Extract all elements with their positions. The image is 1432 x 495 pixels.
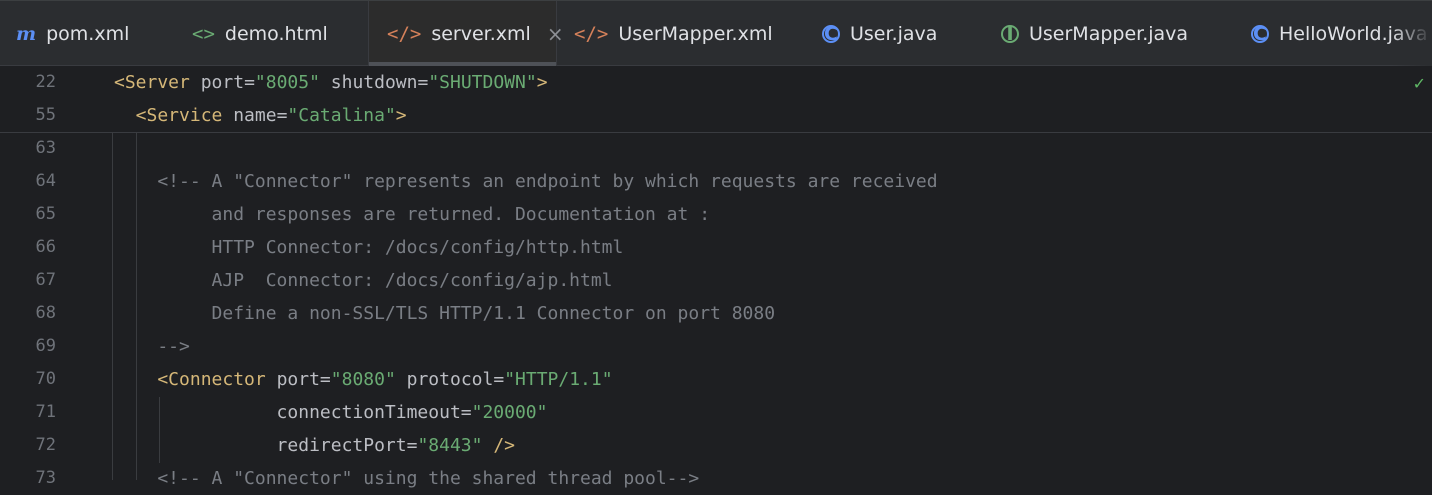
- indent-guide: [159, 397, 160, 463]
- code-token: connectionTimeout: [114, 402, 461, 423]
- tab-server-xml[interactable]: </> server.xml ×: [368, 1, 564, 66]
- tab-label: pom.xml: [46, 22, 130, 45]
- code-line[interactable]: 71 connectionTimeout="20000": [0, 396, 1432, 429]
- code-token: protocol: [395, 369, 494, 390]
- code-token: "Catalina": [287, 105, 396, 126]
- code-token: shutdown: [319, 72, 418, 93]
- code-token: "8443": [417, 435, 483, 456]
- tab-label: demo.html: [224, 22, 328, 45]
- ide-window: m pom.xml <> demo.html </> server.xml × …: [0, 0, 1432, 489]
- code-token: =: [276, 105, 288, 126]
- line-number[interactable]: 65: [0, 198, 56, 231]
- tab-user-java[interactable]: C User.java: [822, 1, 937, 66]
- code-line[interactable]: 22 <Server port="8005" shutdown="SHUTDOWN…: [0, 66, 1432, 99]
- code-line[interactable]: 63: [0, 132, 1432, 165]
- tab-label: UserMapper.xml: [618, 22, 773, 45]
- tab-demo-html[interactable]: <> demo.html: [192, 1, 328, 66]
- code-token: <Connector: [114, 369, 277, 390]
- code-token: AJP Connector: /docs/config/ajp.html: [114, 270, 613, 291]
- code-token: "20000": [471, 402, 548, 423]
- java-class-run-icon: C: [1251, 23, 1269, 45]
- code-text: <Server port="8005" shutdown="SHUTDOWN">: [114, 66, 548, 99]
- line-number[interactable]: 69: [0, 330, 56, 363]
- code-token: HTTP Connector: /docs/config/http.html: [114, 237, 624, 258]
- line-number[interactable]: 67: [0, 264, 56, 297]
- code-line[interactable]: 66 HTTP Connector: /docs/config/http.htm…: [0, 231, 1432, 264]
- java-class-icon: C: [822, 23, 840, 45]
- xml-tag-icon: </>: [574, 22, 609, 45]
- close-tab-icon[interactable]: ×: [547, 22, 564, 46]
- line-number[interactable]: 55: [0, 99, 56, 132]
- code-text: <Service name="Catalina">: [114, 99, 407, 132]
- code-text: and responses are returned. Documentatio…: [114, 198, 711, 231]
- code-token: port: [200, 72, 245, 93]
- code-token: />: [482, 435, 515, 456]
- line-number[interactable]: 71: [0, 396, 56, 429]
- line-number[interactable]: 73: [0, 462, 56, 495]
- editor-tab-bar: m pom.xml <> demo.html </> server.xml × …: [0, 0, 1432, 66]
- code-token: <!-- A "Connector" represents an endpoin…: [114, 171, 938, 192]
- code-line[interactable]: 65 and responses are returned. Documenta…: [0, 198, 1432, 231]
- code-token: "SHUTDOWN": [428, 72, 537, 93]
- code-token: "HTTP/1.1": [504, 369, 613, 390]
- maven-m-icon: m: [16, 22, 37, 45]
- code-token: redirectPort: [114, 435, 407, 456]
- code-token: =: [319, 369, 331, 390]
- code-line[interactable]: 70 <Connector port="8080" protocol="HTTP…: [0, 363, 1432, 396]
- code-token: port: [276, 369, 320, 390]
- code-text: HTTP Connector: /docs/config/http.html: [114, 231, 624, 264]
- code-token: and responses are returned. Documentatio…: [114, 204, 711, 225]
- indent-guide: [112, 132, 113, 480]
- tab-usermapper-xml[interactable]: </> UserMapper.xml: [574, 1, 773, 66]
- line-number[interactable]: 22: [0, 66, 56, 99]
- code-text: <Connector port="8080" protocol="HTTP/1.…: [114, 363, 613, 396]
- line-number[interactable]: 68: [0, 297, 56, 330]
- html-tag-icon: <>: [192, 22, 215, 45]
- xml-tag-icon: </>: [387, 22, 422, 45]
- code-token: =: [417, 72, 429, 93]
- tab-usermapper-java[interactable]: I UserMapper.java: [1001, 1, 1188, 66]
- code-line[interactable]: 67 AJP Connector: /docs/config/ajp.html: [0, 264, 1432, 297]
- line-number[interactable]: 70: [0, 363, 56, 396]
- code-token: =: [493, 369, 505, 390]
- code-token: =: [406, 435, 418, 456]
- code-token: -->: [114, 336, 190, 357]
- code-token: >: [536, 72, 548, 93]
- code-line[interactable]: 55 <Service name="Catalina">: [0, 99, 1432, 132]
- java-interface-icon: I: [1001, 23, 1019, 45]
- code-text: AJP Connector: /docs/config/ajp.html: [114, 264, 613, 297]
- code-text: -->: [114, 330, 190, 363]
- tab-pom-xml[interactable]: m pom.xml: [16, 1, 129, 66]
- code-text: <!-- A "Connector" represents an endpoin…: [114, 165, 938, 198]
- tab-label: UserMapper.java: [1029, 22, 1189, 45]
- code-text: <!-- A "Connector" using the shared thre…: [114, 462, 699, 495]
- code-token: =: [460, 402, 472, 423]
- line-number[interactable]: 63: [0, 132, 56, 165]
- code-token: "8080": [330, 369, 396, 390]
- code-token: =: [244, 72, 255, 93]
- code-token: name: [233, 105, 277, 126]
- code-line[interactable]: 64 <!-- A "Connector" represents an endp…: [0, 165, 1432, 198]
- tab-label: server.xml: [431, 22, 531, 45]
- line-number[interactable]: 64: [0, 165, 56, 198]
- code-token: Define a non-SSL/TLS HTTP/1.1 Connector …: [114, 303, 776, 324]
- code-line[interactable]: 72 redirectPort="8443" />: [0, 429, 1432, 462]
- code-token: >: [395, 105, 407, 126]
- code-text: connectionTimeout="20000": [114, 396, 548, 429]
- tab-label: User.java: [850, 22, 938, 45]
- code-line[interactable]: 69 -->: [0, 330, 1432, 363]
- line-number[interactable]: 66: [0, 231, 56, 264]
- code-text: redirectPort="8443" />: [114, 429, 515, 462]
- code-token: "8005": [254, 72, 320, 93]
- code-token: <Service: [114, 105, 234, 126]
- indent-guide: [136, 132, 137, 480]
- code-token: <Server: [114, 72, 201, 93]
- code-line[interactable]: 68 Define a non-SSL/TLS HTTP/1.1 Connect…: [0, 297, 1432, 330]
- code-token: <!-- A "Connector" using the shared thre…: [114, 468, 700, 489]
- code-line[interactable]: 73 <!-- A "Connector" using the shared t…: [0, 462, 1432, 495]
- line-number[interactable]: 72: [0, 429, 56, 462]
- code-text: Define a non-SSL/TLS HTTP/1.1 Connector …: [114, 297, 776, 330]
- tab-overflow-fade: [1392, 1, 1432, 66]
